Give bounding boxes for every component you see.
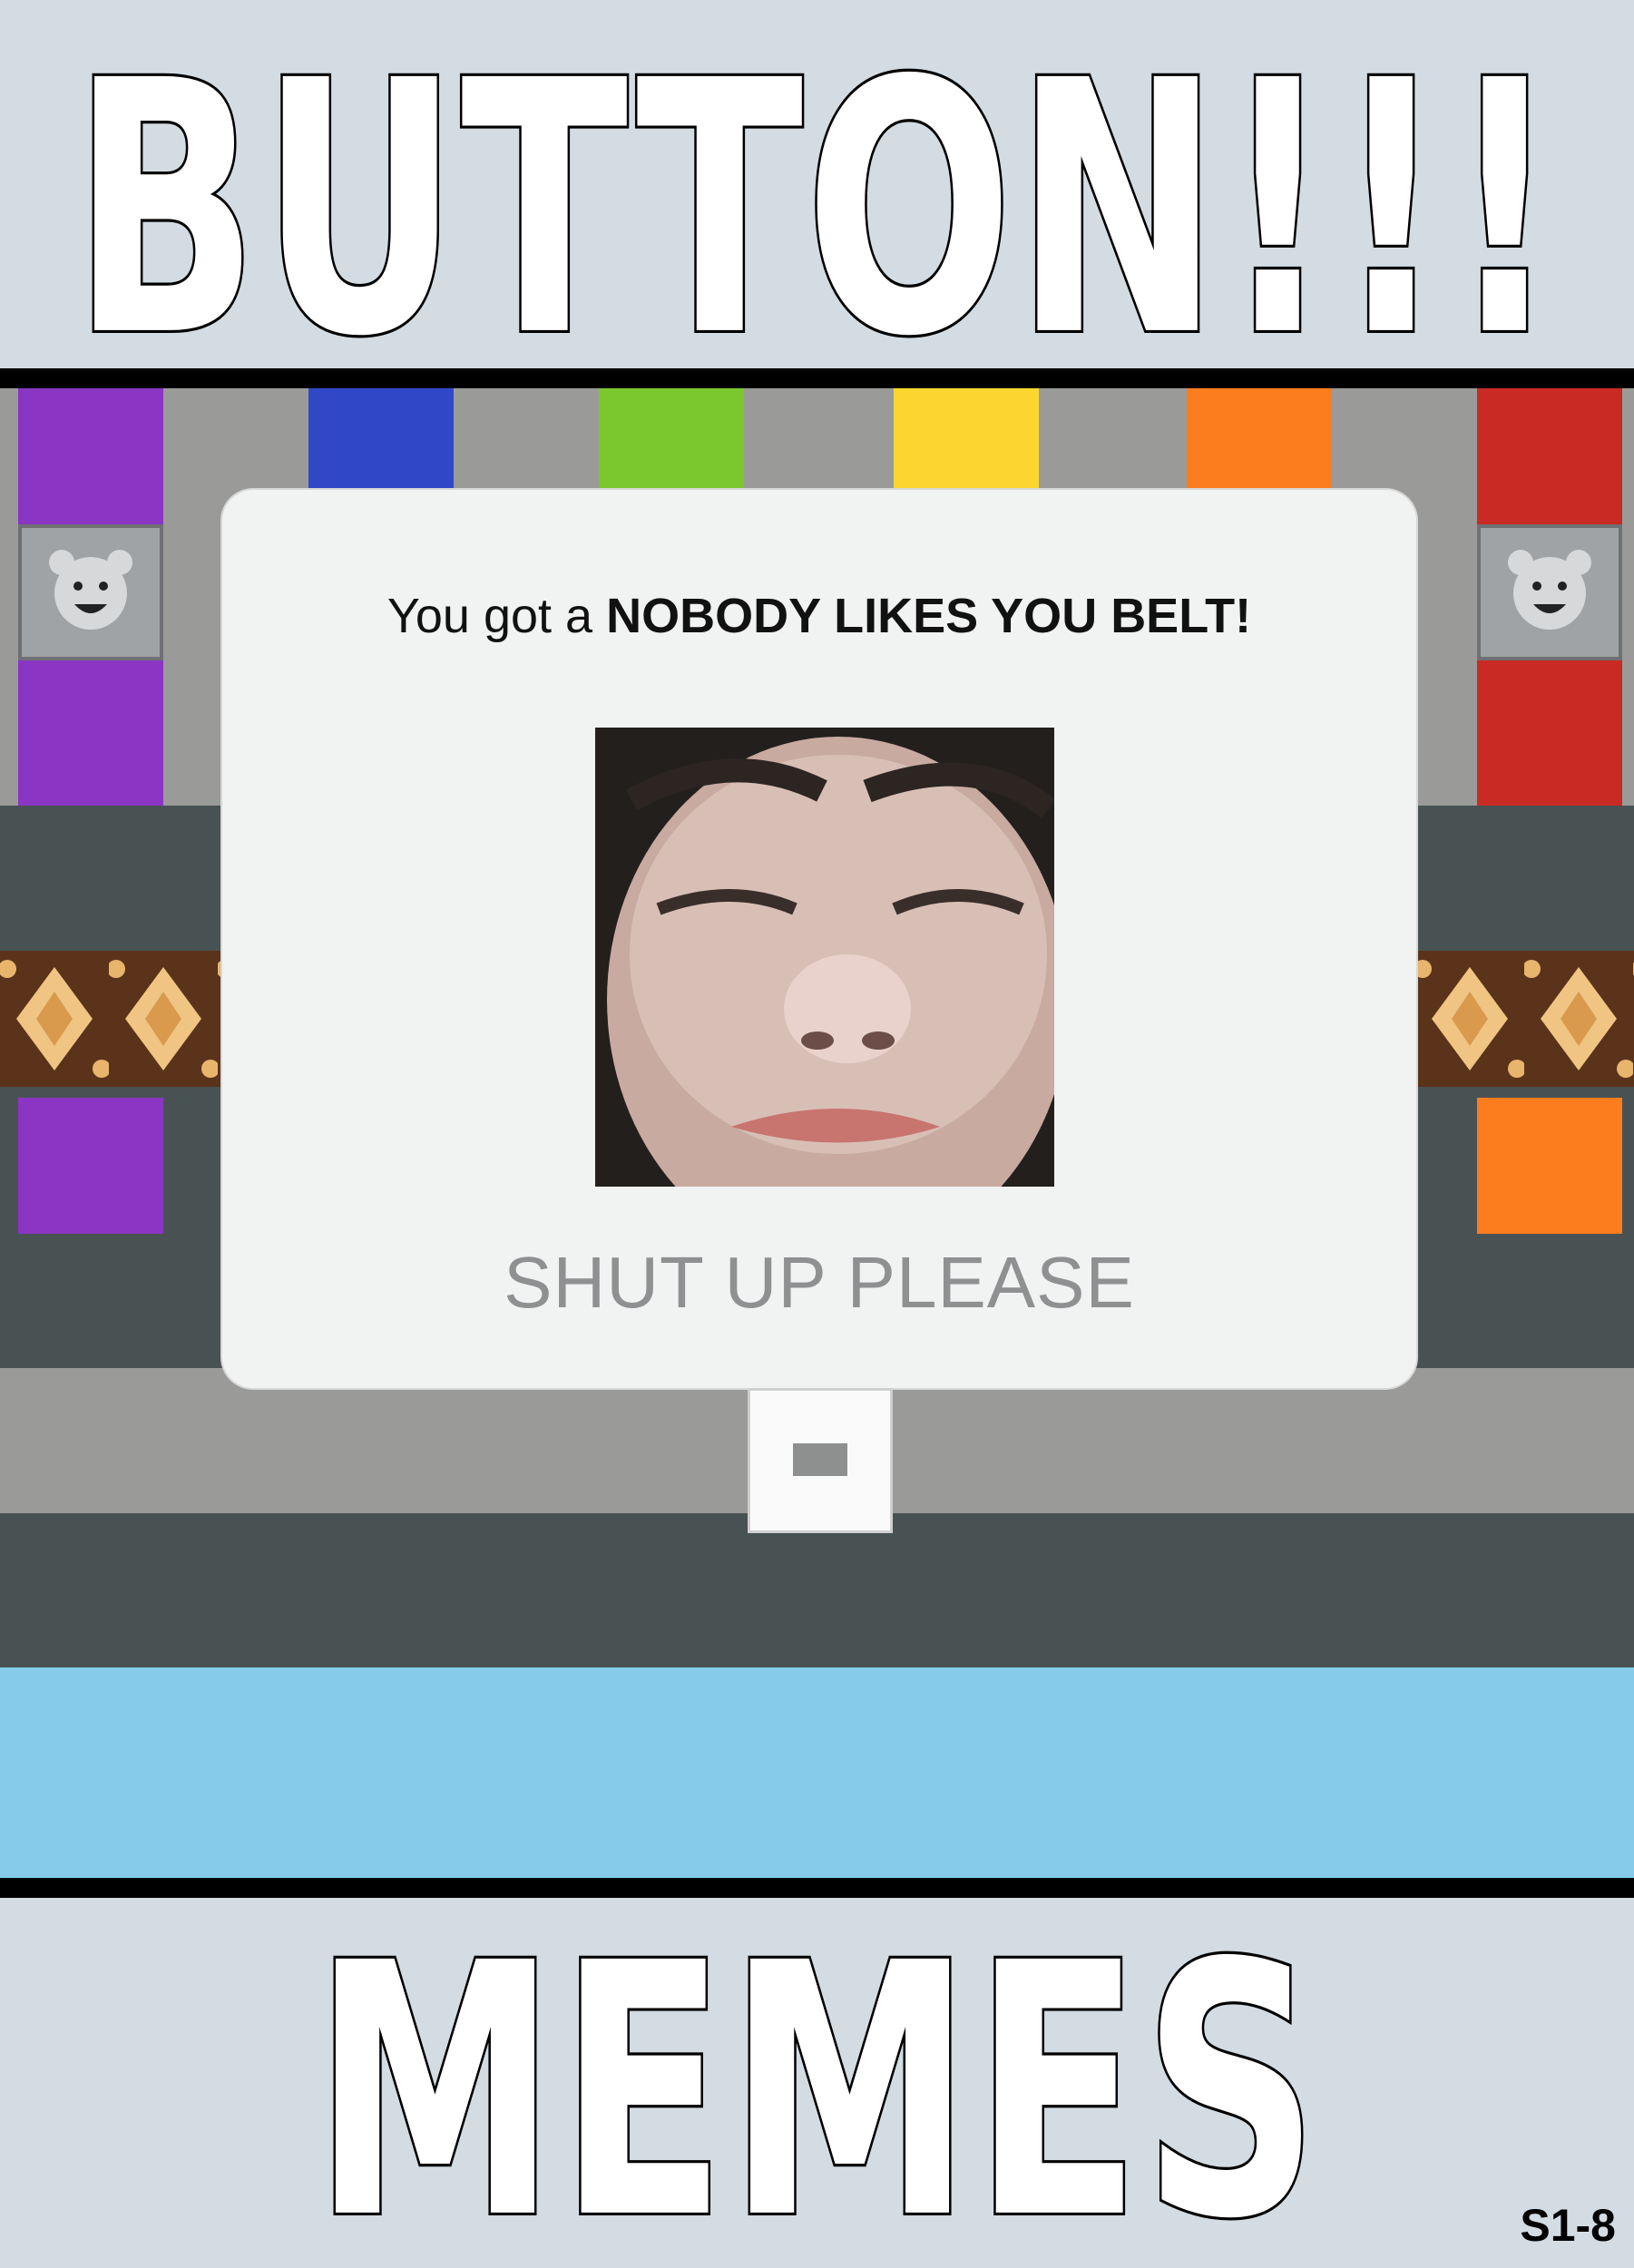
orange-column-bottom [1477, 1098, 1622, 1234]
dialog-handle [748, 1388, 893, 1533]
yellow-block [894, 388, 1039, 488]
purple-column-bottom [18, 1098, 163, 1234]
bottom-caption: MEMES [311, 1890, 1322, 2268]
crying-face-photo-icon [595, 728, 1054, 1187]
shut-up-please-button[interactable]: SHUT UP PLEASE [222, 1241, 1416, 1325]
orange-block [1187, 388, 1332, 488]
face-tile-icon [18, 524, 163, 660]
face-tile-icon [1477, 524, 1622, 660]
episode-code: S1-8 [1520, 2200, 1616, 2251]
top-caption: BUTTON!!! [70, 7, 1562, 413]
meme-page: BUTTON!!! You got a NOBODY LIKES YOU BEL… [0, 0, 1634, 2268]
top-divider [0, 368, 1634, 388]
dialog-title: You got a NOBODY LIKES YOU BELT! [222, 588, 1416, 644]
game-screenshot: You got a NOBODY LIKES YOU BELT! SHUT UP [0, 388, 1634, 1878]
dark-floor [0, 1513, 1634, 1667]
sky-band [0, 1667, 1634, 1878]
dialog-title-emphasis: NOBODY LIKES YOU BELT! [606, 589, 1252, 643]
dialog-title-prefix: You got a [386, 589, 607, 643]
green-block [599, 388, 744, 488]
blue-block [308, 388, 454, 488]
handle-grip-icon [793, 1443, 847, 1476]
reward-dialog: You got a NOBODY LIKES YOU BELT! SHUT UP [222, 490, 1416, 1388]
